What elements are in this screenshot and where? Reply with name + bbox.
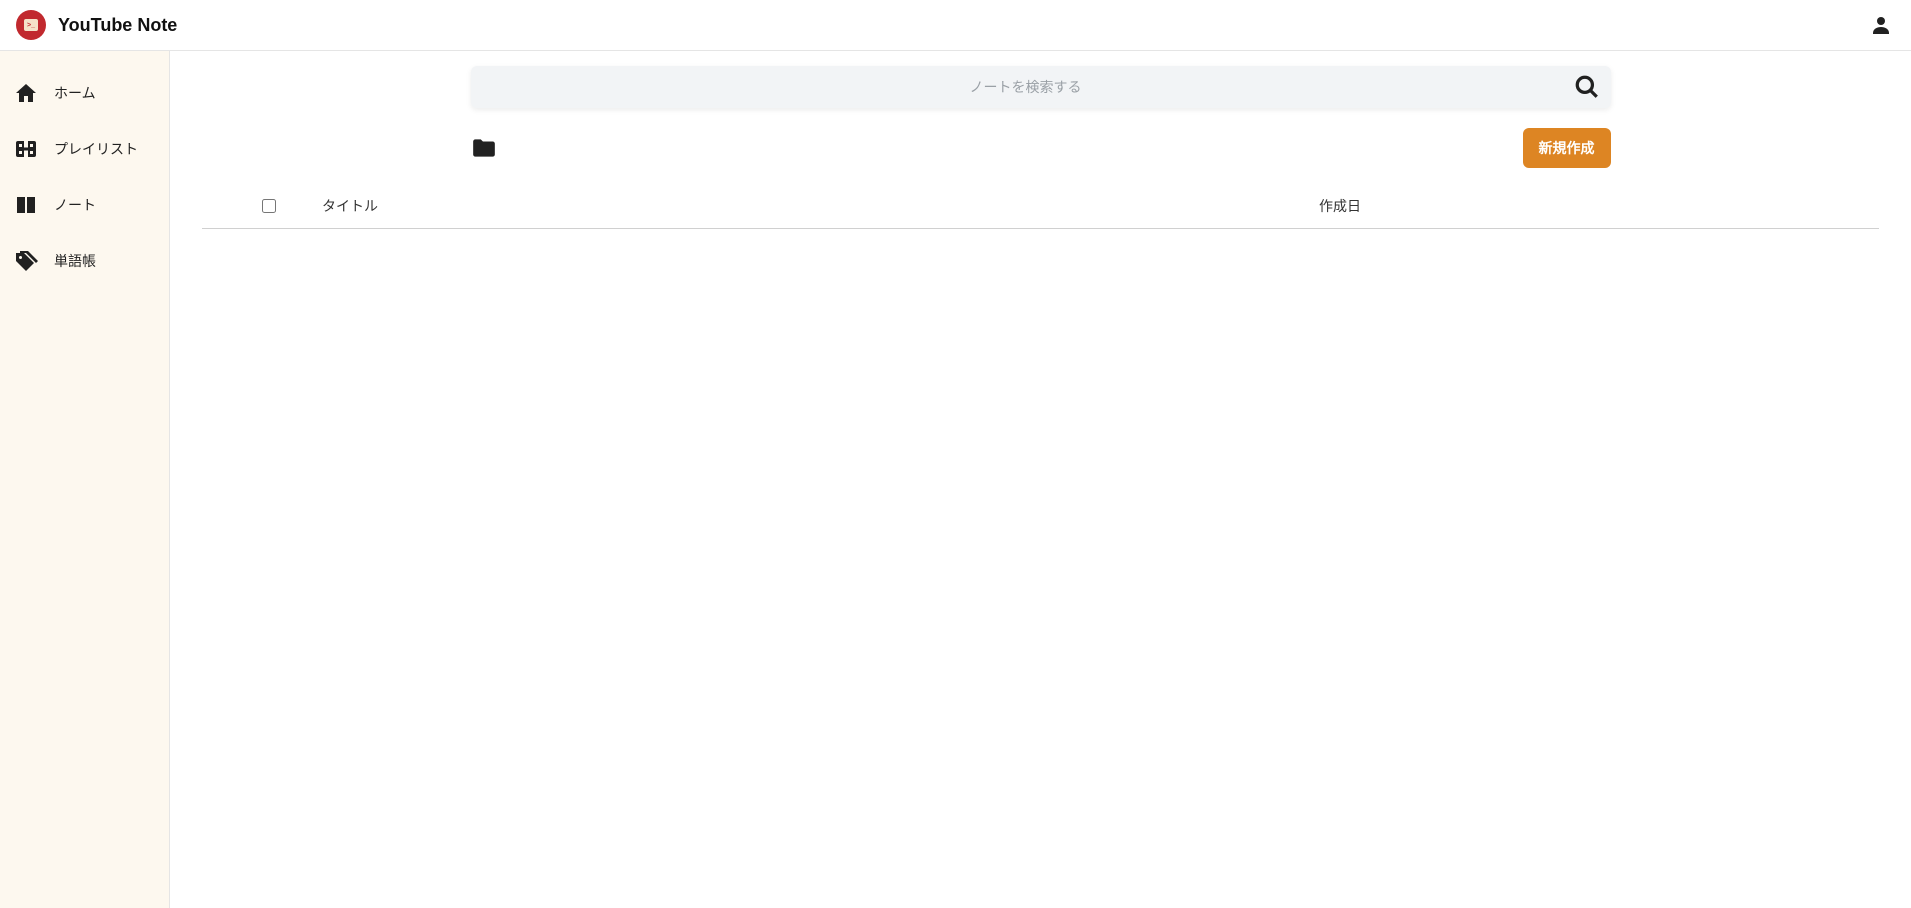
sidebar-item-home[interactable]: ホーム (0, 65, 169, 121)
sidebar-item-vocabulary[interactable]: 単語帳 (0, 233, 169, 289)
search-wrapper (471, 66, 1611, 108)
notes-table: タイトル 作成日 (202, 184, 1879, 229)
profile-icon[interactable] (1867, 11, 1895, 39)
note-icon (14, 193, 38, 217)
header: >_ YouTube Note (0, 0, 1911, 51)
body: ホーム プレイリスト ノート (0, 51, 1911, 908)
sidebar-item-label: プレイリスト (54, 139, 138, 159)
sidebar-item-label: ホーム (54, 83, 96, 103)
home-icon (14, 81, 38, 105)
col-title-header: タイトル (322, 196, 1319, 216)
table-head: タイトル 作成日 (202, 184, 1879, 229)
sidebar-item-playlist[interactable]: プレイリスト (0, 121, 169, 177)
header-right (1867, 11, 1895, 39)
col-checkbox (202, 199, 322, 213)
main: 新規作成 タイトル 作成日 (170, 51, 1911, 908)
playlist-icon (14, 137, 38, 161)
app-logo[interactable]: >_ (16, 10, 46, 40)
sidebar-item-label: ノート (54, 195, 96, 215)
sidebar-item-note[interactable]: ノート (0, 177, 169, 233)
select-all-checkbox[interactable] (262, 199, 276, 213)
search-input[interactable] (471, 66, 1611, 108)
app-title: YouTube Note (58, 15, 177, 36)
search-icon[interactable] (1573, 73, 1601, 101)
toolbar: 新規作成 (471, 128, 1611, 168)
folder-icon[interactable] (471, 135, 497, 161)
tags-icon (14, 249, 38, 273)
sidebar-item-label: 単語帳 (54, 251, 96, 271)
create-button[interactable]: 新規作成 (1523, 128, 1611, 168)
header-left: >_ YouTube Note (16, 10, 177, 40)
col-date-header: 作成日 (1319, 196, 1879, 216)
sidebar: ホーム プレイリスト ノート (0, 51, 170, 908)
